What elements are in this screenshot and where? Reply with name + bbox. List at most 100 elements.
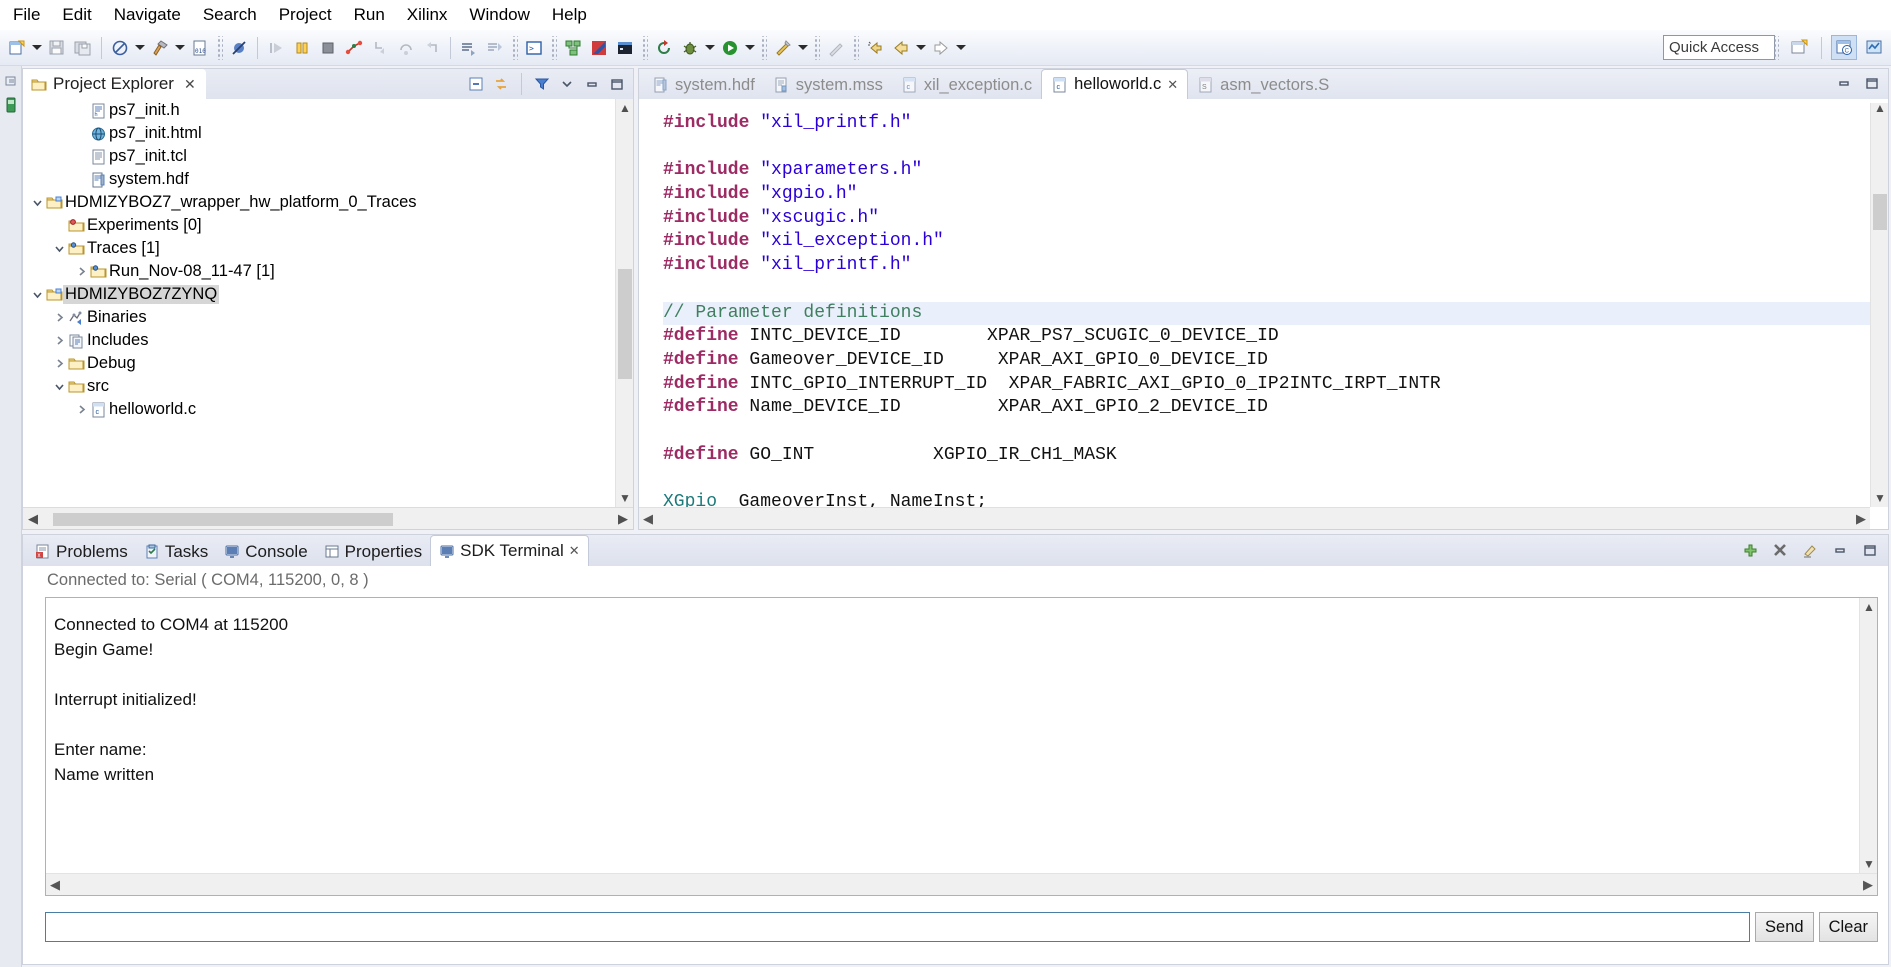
close-icon[interactable]: ✕ (1167, 77, 1178, 93)
editor-tab-system-hdf[interactable]: system.hdf (643, 71, 764, 99)
maximize-icon[interactable] (1860, 540, 1880, 560)
menu-item-search[interactable]: Search (192, 3, 268, 27)
terminal-horizontal-scrollbar[interactable]: ◀ ▶ (46, 873, 1877, 895)
chevron-right-icon[interactable] (51, 333, 67, 349)
bottom-tab-problems[interactable]: x Problems (27, 537, 136, 566)
dump-restore-icon[interactable] (482, 35, 508, 61)
collapse-all-icon[interactable] (466, 74, 486, 94)
debug-dropdown-arrow[interactable] (703, 35, 717, 61)
run-dropdown-arrow[interactable] (743, 35, 757, 61)
add-connection-icon[interactable] (1740, 540, 1760, 560)
filter-icon[interactable] (532, 74, 552, 94)
dots-handle[interactable] (641, 35, 648, 60)
editor-tab-asm-vectors-s[interactable]: Sasm_vectors.S (1188, 71, 1338, 99)
build-settings-icon[interactable] (107, 35, 133, 61)
debug-icon[interactable] (677, 35, 703, 61)
tree-item[interactable]: system.hdf (23, 168, 633, 191)
external-tools-dropdown-arrow[interactable] (796, 35, 810, 61)
new-file-icon[interactable] (4, 35, 30, 61)
scroll-left-icon[interactable]: ◀ (50, 877, 60, 893)
create-block-design-icon[interactable] (560, 35, 586, 61)
tree-item[interactable]: Debug (23, 352, 633, 375)
tree-item[interactable]: Experiments [0] (23, 214, 633, 237)
tree-item[interactable]: h ps7_init.h (23, 99, 633, 122)
explorer-vertical-scrollbar[interactable]: ▲ ▼ (615, 99, 633, 507)
build-dropdown-arrow[interactable] (133, 35, 147, 61)
close-icon[interactable]: ✕ (184, 76, 196, 93)
menu-item-window[interactable]: Window (458, 3, 540, 27)
bottom-tab-sdk-terminal[interactable]: SDK Terminal ✕ (430, 535, 589, 566)
tree-item[interactable]: c helloworld.c (23, 398, 633, 421)
step-over-icon[interactable] (393, 35, 419, 61)
scroll-track[interactable] (43, 512, 613, 526)
save-icon[interactable] (44, 35, 70, 61)
editor-vertical-scrollbar[interactable]: ▲ ▼ (1870, 99, 1888, 507)
source-code-area[interactable]: #include "xil_io.h"#include "xil_printf.… (639, 99, 1870, 507)
scroll-down-icon[interactable]: ▼ (1860, 855, 1878, 873)
editor-tab-system-mss[interactable]: system.mss (764, 71, 892, 99)
minimize-icon[interactable] (582, 74, 602, 94)
disconnect-icon[interactable] (341, 35, 367, 61)
suspend-icon[interactable] (289, 35, 315, 61)
tree-item[interactable]: src (23, 375, 633, 398)
bottom-tab-console[interactable]: Console (216, 537, 315, 566)
new-file-dropdown-arrow[interactable] (30, 35, 44, 61)
tree-item[interactable]: Binaries (23, 306, 633, 329)
scroll-right-icon[interactable]: ▶ (613, 509, 633, 529)
hammer-dropdown-arrow[interactable] (173, 35, 187, 61)
tree-item[interactable]: Run_Nov-08_11-47 [1] (23, 260, 633, 283)
project-tree[interactable]: h ps7_init.h ps7_init.html ps7_init.tcl syst… (23, 99, 633, 507)
chevron-down-icon[interactable] (51, 379, 67, 395)
project-explorer-minimized-icon[interactable] (2, 96, 20, 114)
step-into-icon[interactable] (367, 35, 393, 61)
bottom-tab-properties[interactable]: Properties (316, 537, 430, 566)
next-edit-icon[interactable] (928, 35, 954, 61)
quick-access-input[interactable]: Quick Access (1663, 35, 1775, 60)
scroll-left-icon[interactable]: ◀ (643, 511, 653, 527)
bottom-tab-tasks[interactable]: Tasks (136, 537, 216, 566)
tree-item[interactable]: ps7_init.html (23, 122, 633, 145)
external-tools-icon[interactable] (770, 35, 796, 61)
tree-item[interactable]: Includes (23, 329, 633, 352)
menu-item-project[interactable]: Project (268, 3, 343, 27)
restore-view-icon[interactable] (2, 72, 20, 90)
tree-item[interactable]: HDMIZYBOZ7ZYNQ (23, 283, 633, 306)
clear-button[interactable]: Clear (1818, 912, 1878, 942)
dots-handle[interactable] (511, 35, 518, 60)
chevron-right-icon[interactable] (51, 310, 67, 326)
launch-shell-icon[interactable]: > (521, 35, 547, 61)
chevron-down-icon[interactable] (51, 241, 67, 257)
chevron-right-icon[interactable] (73, 402, 89, 418)
terminal-input[interactable] (45, 912, 1751, 942)
dots-handle[interactable] (1772, 35, 1779, 60)
editor-tab-helloworld-c[interactable]: c helloworld.c ✕ (1041, 69, 1189, 99)
resume-icon[interactable] (263, 35, 289, 61)
scroll-up-icon[interactable]: ▲ (616, 99, 634, 117)
editor-horizontal-scrollbar[interactable]: ◀ ▶ (639, 507, 1870, 529)
scroll-up-icon[interactable]: ▲ (1860, 598, 1878, 616)
scroll-down-icon[interactable]: ▼ (616, 489, 634, 507)
chevron-right-icon[interactable] (51, 356, 67, 372)
previous-edit-dropdown-arrow[interactable] (914, 35, 928, 61)
clear-terminal-icon[interactable] (1800, 540, 1820, 560)
menu-item-xilinx[interactable]: Xilinx (396, 3, 459, 27)
send-button[interactable]: Send (1755, 912, 1814, 942)
maximize-icon[interactable] (607, 74, 627, 94)
scroll-right-icon[interactable]: ▶ (1856, 511, 1866, 527)
menu-item-file[interactable]: File (2, 3, 51, 27)
dots-handle[interactable] (550, 35, 557, 60)
tab-project-explorer[interactable]: Project Explorer ✕ (23, 69, 206, 99)
tree-item[interactable]: ps7_init.tcl (23, 145, 633, 168)
pencil-icon[interactable] (823, 35, 849, 61)
binary-file-icon[interactable]: 010 (187, 35, 213, 61)
menu-item-run[interactable]: Run (343, 3, 396, 27)
vivado-icon[interactable] (586, 35, 612, 61)
disconnect-icon[interactable] (1770, 540, 1790, 560)
minimize-icon[interactable] (1834, 73, 1854, 93)
toggle-breakpoint-icon[interactable] (226, 35, 252, 61)
step-return-icon[interactable] (419, 35, 445, 61)
menu-item-help[interactable]: Help (541, 3, 598, 27)
previous-edit-icon[interactable] (888, 35, 914, 61)
chevron-right-icon[interactable] (73, 264, 89, 280)
dots-handle[interactable] (852, 35, 859, 60)
